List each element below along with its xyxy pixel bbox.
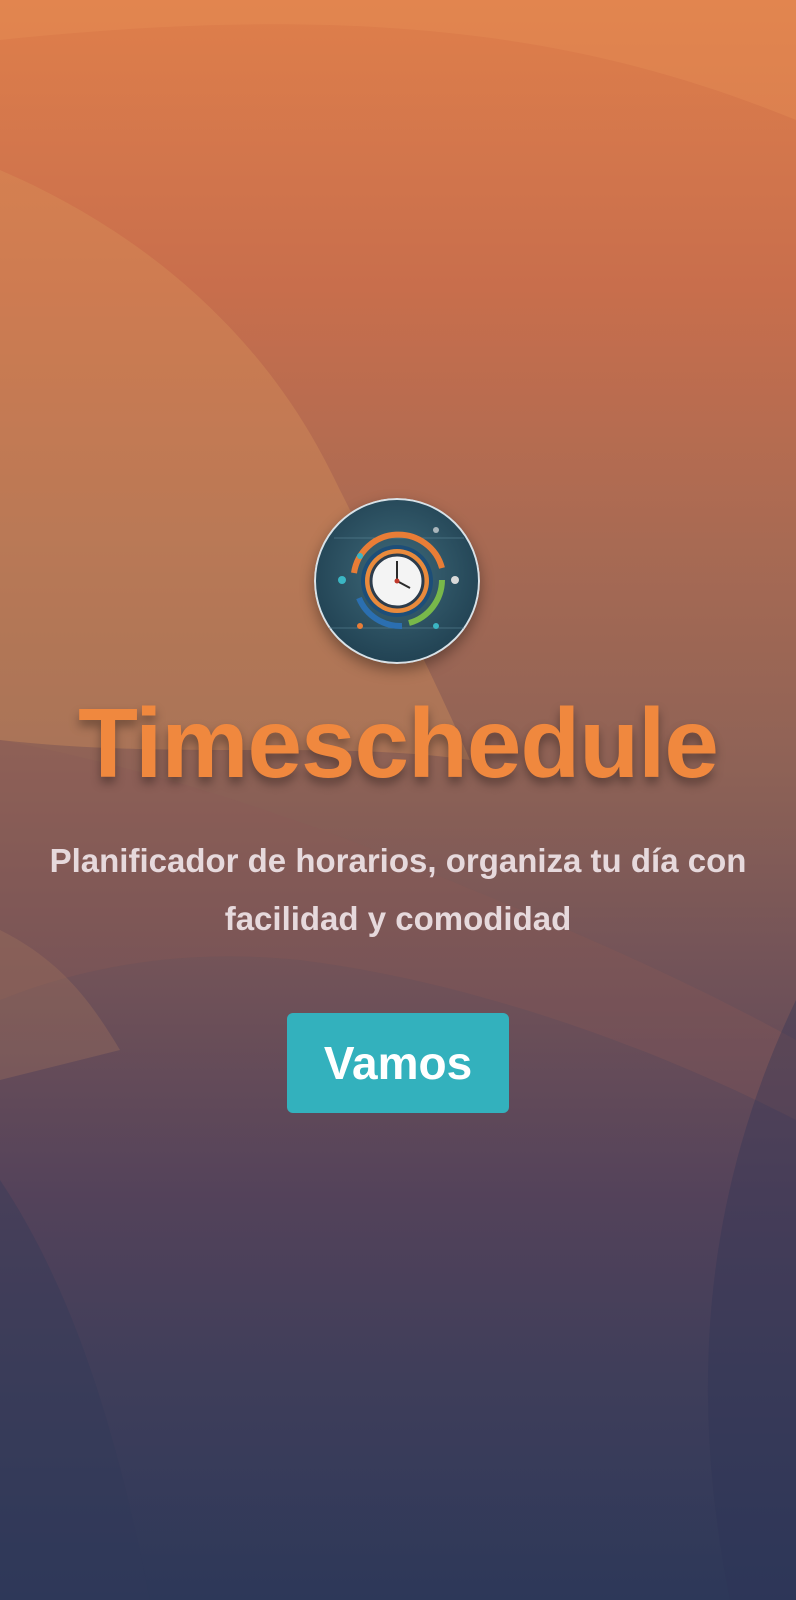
start-button[interactable]: Vamos — [287, 1013, 509, 1113]
splash-screen: Timeschedule Planificador de horarios, o… — [0, 0, 796, 1600]
app-subtitle: Planificador de horarios, organiza tu dí… — [49, 842, 747, 937]
clock-icon — [314, 498, 480, 664]
app-title: Timeschedule — [78, 688, 719, 798]
